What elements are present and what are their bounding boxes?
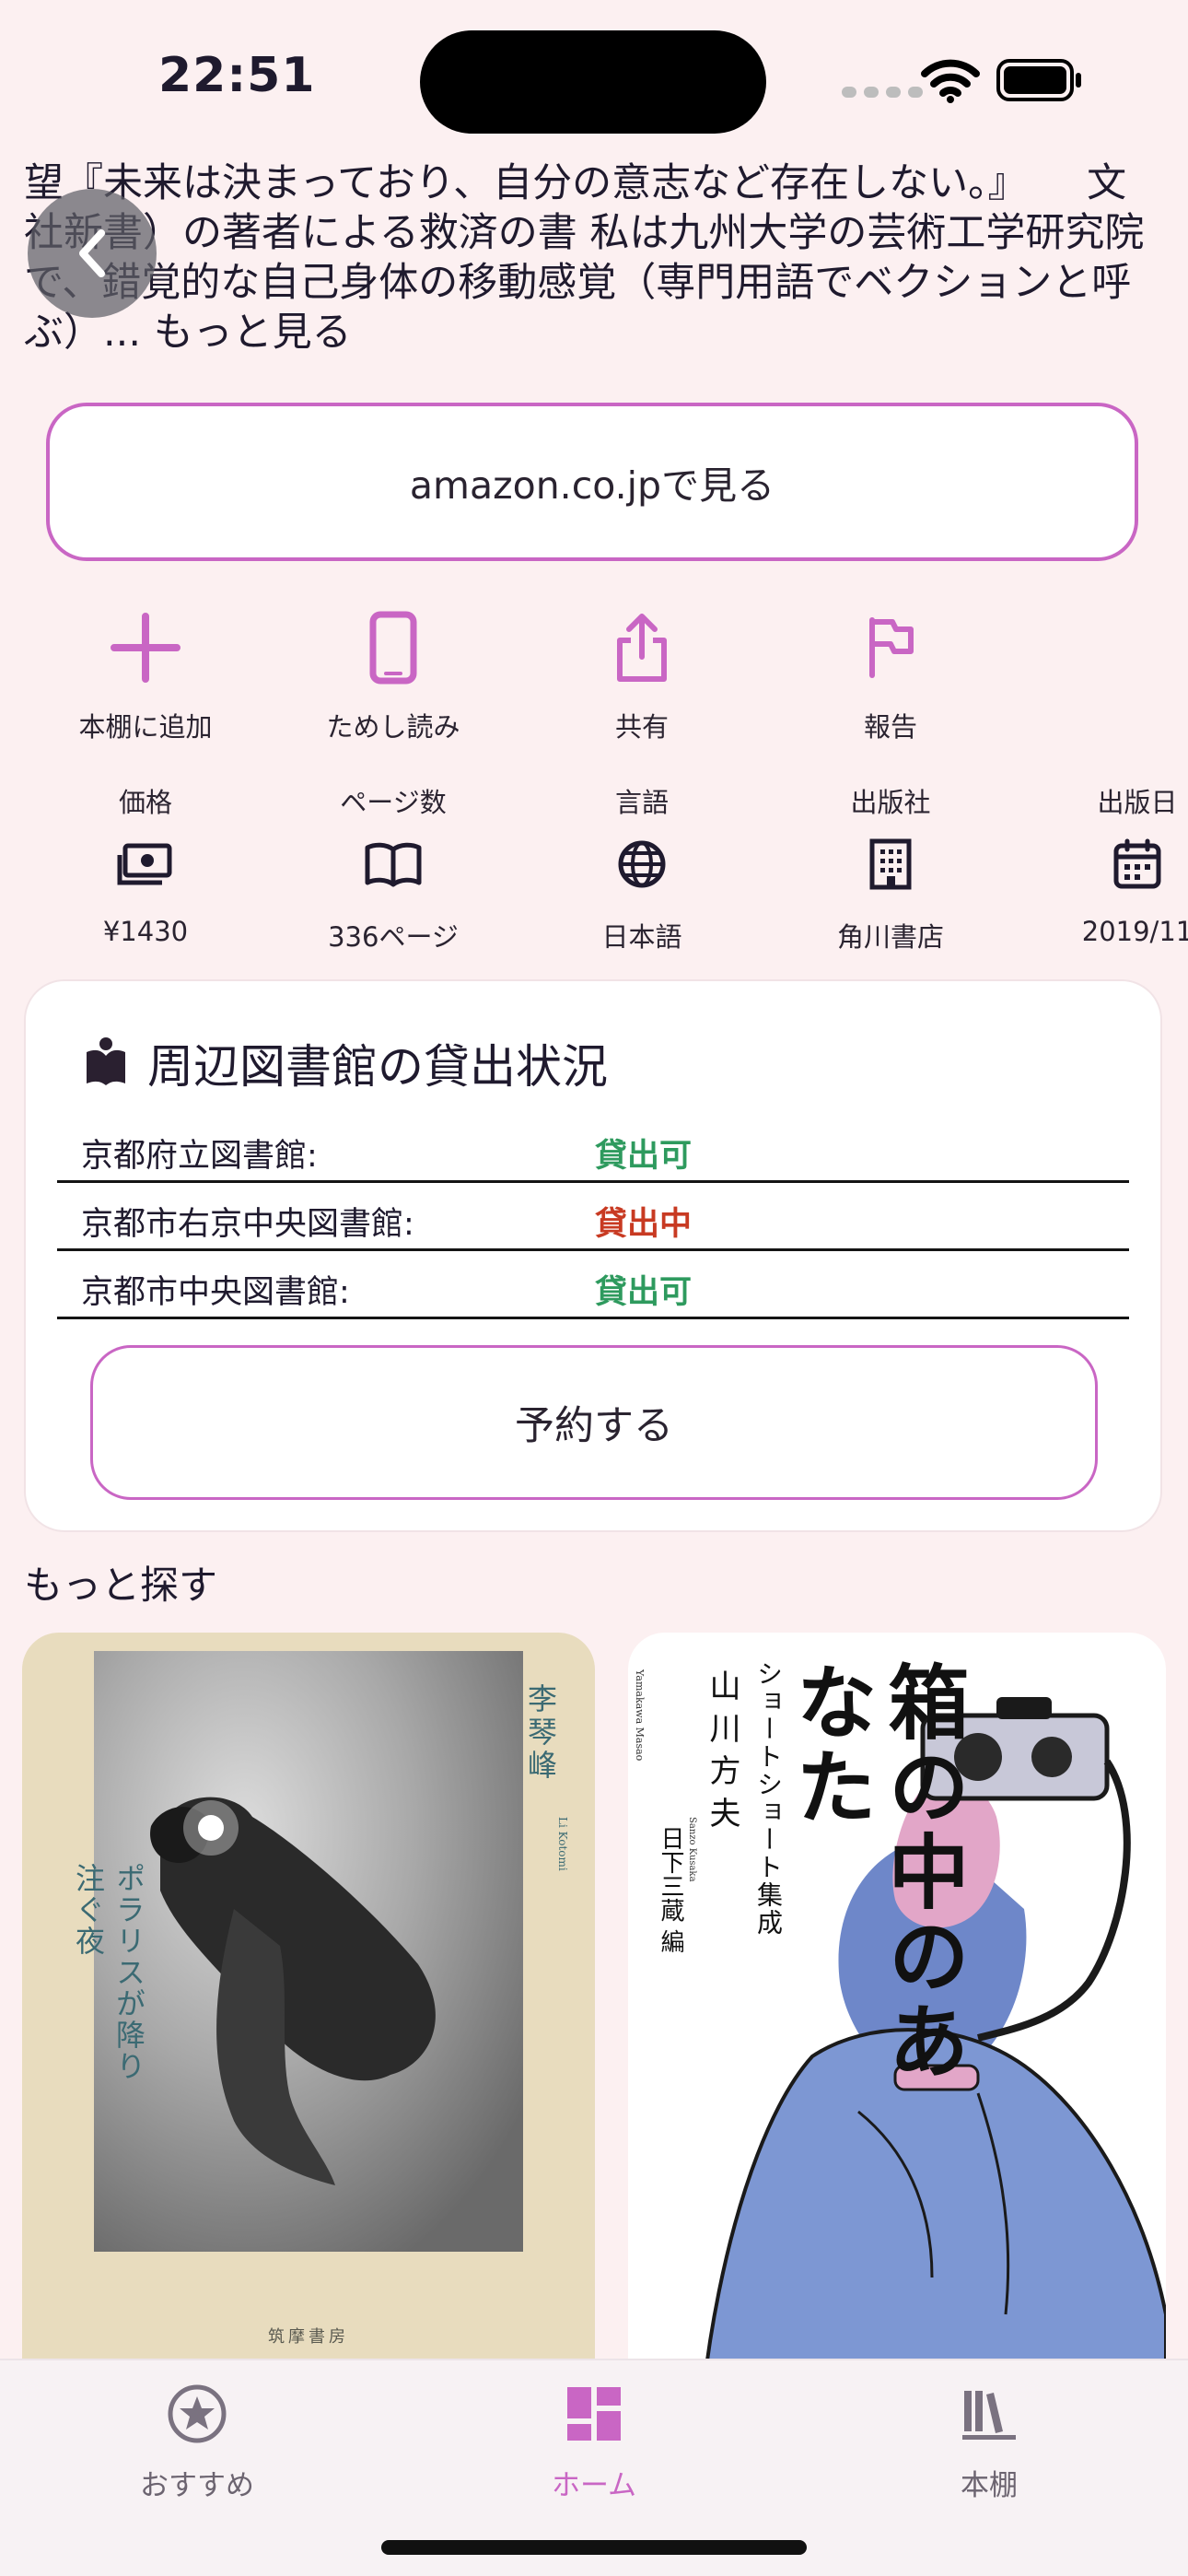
globe-icon — [536, 818, 748, 910]
read-more-link[interactable]: もっと見る — [154, 310, 352, 356]
cover-editor-romaji: Sanzo Kusaka — [687, 1817, 697, 1882]
money-icon — [40, 818, 251, 910]
tab-recommend-label: おすすめ — [140, 2469, 254, 2502]
cellular-signal-icon — [842, 87, 923, 98]
tab-home[interactable]: ホーム — [474, 2377, 714, 2503]
cover-subtitle: ショートショート集成 — [753, 1660, 784, 1937]
cover-title: ポラリスが降り注ぐ夜 — [71, 1863, 146, 2082]
share-button[interactable]: 共有 — [536, 606, 748, 744]
book-open-icon — [287, 818, 499, 910]
library-name: 京都市右京中央図書館: — [81, 1206, 414, 1243]
phone-icon — [287, 606, 499, 689]
info-publisher: 出版社 角川書店 — [785, 781, 996, 954]
tab-bookshelf-label: 本棚 — [961, 2469, 1018, 2502]
info-publish-date: 出版日 2019/11 — [1031, 781, 1188, 947]
add-to-shelf-button[interactable]: 本棚に追加 — [40, 606, 251, 744]
calendar-icon — [1031, 818, 1188, 910]
info-publisher-value: 角川書店 — [836, 921, 944, 953]
library-status: 貸出可 — [595, 1138, 693, 1175]
cover-author: 山川方夫 — [704, 1669, 740, 1839]
book-description: 望『未来は決まっており、自分の意志など存在しない。』 文社新書）の著者による救済… — [24, 158, 1166, 357]
info-publish-date-header: 出版日 — [1097, 787, 1178, 818]
info-language-value: 日本語 — [601, 921, 682, 953]
library-status: 貸出中 — [595, 1206, 693, 1243]
info-publisher-header: 出版社 — [850, 787, 931, 818]
library-status: 貸出可 — [595, 1274, 693, 1311]
info-pages: ページ数 336ページ — [287, 781, 499, 954]
bookshelf-icon — [869, 2377, 1109, 2451]
tab-home-label: ホーム — [551, 2469, 637, 2502]
cover-author-romaji: Li Kotomi — [556, 1817, 569, 1871]
status-time: 22:51 — [158, 48, 316, 103]
tab-bookshelf[interactable]: 本棚 — [869, 2377, 1109, 2503]
sample-read-button[interactable]: ためし読み — [287, 606, 499, 744]
cover-editor: 日下三蔵 編 — [657, 1826, 684, 1954]
more-section-title: もっと探す — [24, 1563, 218, 1608]
cover-author-romaji: Yamakawa Masao — [634, 1669, 646, 1762]
info-language: 言語 日本語 — [536, 781, 748, 954]
library-book-icon — [83, 1036, 129, 1091]
library-row: 京都市中央図書館: 貸出可 — [57, 1251, 1129, 1319]
amazon-button[interactable]: amazon.co.jpで見る — [46, 403, 1138, 561]
star-icon — [77, 2377, 317, 2451]
share-label: 共有 — [614, 711, 669, 743]
info-price-header: 価格 — [118, 787, 172, 818]
back-button[interactable] — [28, 189, 157, 318]
plus-icon — [40, 606, 251, 689]
info-pages-header: ページ数 — [340, 787, 447, 818]
info-price-value: ¥1430 — [102, 916, 189, 947]
chevron-left-icon — [79, 229, 105, 277]
library-name: 京都府立図書館: — [81, 1138, 318, 1175]
flag-icon — [785, 606, 996, 689]
reserve-button[interactable]: 予約する — [90, 1345, 1098, 1500]
dashboard-icon — [474, 2377, 714, 2451]
cover-publisher: 筑摩書房 — [268, 2327, 349, 2347]
library-row: 京都府立図書館: 貸出可 — [57, 1115, 1129, 1183]
info-language-header: 言語 — [614, 787, 669, 818]
home-indicator — [381, 2540, 807, 2555]
library-title: 周辺図書館の貸出状況 — [147, 1040, 608, 1094]
add-to-shelf-label: 本棚に追加 — [78, 711, 213, 743]
report-button[interactable]: 報告 — [785, 606, 996, 744]
info-pages-value: 336ページ — [328, 921, 459, 953]
tab-recommend[interactable]: おすすめ — [77, 2377, 317, 2503]
info-publish-date-value: 2019/11 — [1081, 916, 1188, 947]
wifi-icon — [921, 59, 980, 107]
library-row: 京都市右京中央図書館: 貸出中 — [57, 1183, 1129, 1251]
info-price: 価格 ¥1430 — [40, 781, 251, 947]
sample-read-label: ためし読み — [326, 711, 460, 743]
dynamic-island — [420, 30, 766, 134]
battery-icon — [996, 59, 1085, 105]
building-icon — [785, 818, 996, 910]
share-icon — [536, 606, 748, 689]
report-label: 報告 — [863, 711, 917, 743]
cover-title: 箱の中のあなた — [783, 1660, 971, 2084]
cover-author: 李琴峰 — [523, 1683, 558, 1783]
library-name: 京都市中央図書館: — [81, 1274, 350, 1311]
